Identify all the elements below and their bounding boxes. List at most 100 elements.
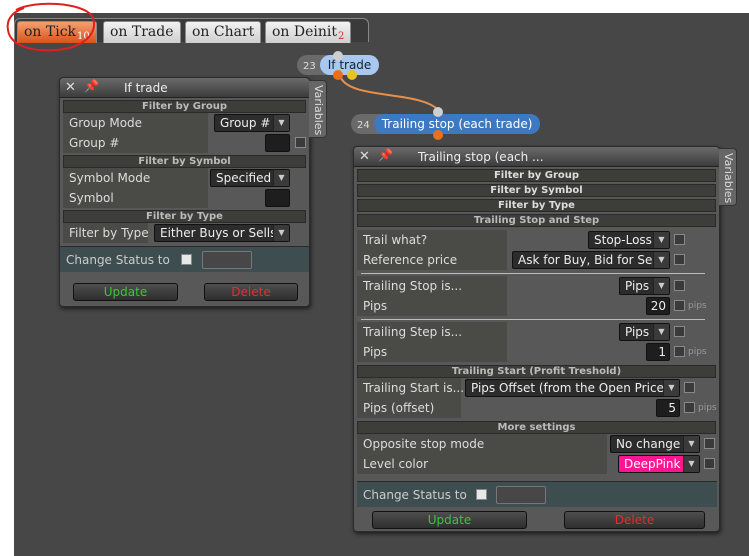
tab-label: on Chart [192,24,255,40]
node-number: 23 [303,61,316,72]
row-opposite-stop: Opposite stop mode No change ▼ [357,434,716,454]
node-trailing-stop[interactable]: 24 Trailing stop (each trade) [351,114,541,134]
panel-title: Trailing stop (each ... [418,150,544,164]
row-step-is: Trailing Step is... Pips ▼ [357,322,716,342]
variables-tab[interactable]: Variables [309,80,327,138]
section-trailing-start[interactable]: Trailing Start (Profit Treshold) [357,365,716,378]
start-is-label: Trailing Start is... [363,381,465,395]
group-mode-select[interactable]: Group # ▼ [214,114,290,132]
group-number-checkbox[interactable] [295,137,306,148]
node-output-port[interactable] [333,70,343,80]
panel-header[interactable]: ✕ 📌 If trade [60,78,309,98]
symbol-mode-select[interactable]: Specified ▼ [210,169,290,187]
delete-button[interactable]: Delete [564,511,705,529]
tab-label: on Deinit [272,24,338,40]
chevron-down-icon: ▼ [273,170,289,186]
chevron-down-icon: ▼ [273,115,289,131]
step-pips-input[interactable]: 1 [646,343,670,361]
section-filter-by-type[interactable]: Filter by Type [357,199,716,212]
row-stop-is: Trailing Stop is... Pips ▼ [357,276,716,296]
change-status-label: Change Status to [363,488,467,502]
stop-pips-label: Pips [363,299,388,313]
level-color-select[interactable]: DeepPink ▼ [618,455,700,473]
trail-what-select[interactable]: Stop-Loss ▼ [588,231,670,249]
start-is-select[interactable]: Pips Offset (from the Open Price) ▼ [465,379,680,397]
opposite-stop-value: No change [616,437,681,451]
opposite-stop-checkbox[interactable] [704,438,715,449]
row-group-mode: Group Mode Group # ▼ [63,113,306,133]
row-step-pips: Pips 1 pips [357,342,716,362]
stop-pips-input[interactable]: 20 [646,297,670,315]
step-is-checkbox[interactable] [674,326,685,337]
symbol-mode-value: Specified [216,171,272,185]
stop-pips-checkbox[interactable] [674,300,685,311]
delete-button[interactable]: Delete [204,283,298,301]
pin-icon[interactable]: 📌 [84,79,99,93]
chevron-down-icon: ▼ [663,380,679,396]
node-output-port[interactable] [433,130,443,140]
update-button[interactable]: Update [372,511,527,529]
change-status-checkbox[interactable] [476,489,487,500]
reference-price-select[interactable]: Ask for Buy, Bid for Sell ▼ [512,251,670,269]
stop-is-checkbox[interactable] [674,280,685,291]
reference-price-checkbox[interactable] [674,254,685,265]
chevron-down-icon: ▼ [683,436,699,452]
section-filter-by-group[interactable]: Filter by Group [63,100,306,113]
close-icon[interactable]: ✕ [65,80,76,95]
filter-type-value: Either Buys or Sells [160,226,277,240]
row-trail-what: Trail what? Stop-Loss ▼ [357,230,716,250]
update-button[interactable]: Update [73,283,178,301]
start-pips-label: Pips (offset) [363,401,435,415]
stop-is-select[interactable]: Pips ▼ [619,277,670,295]
chevron-down-icon: ▼ [653,252,669,268]
panel-header[interactable]: ✕ 📌 Trailing stop (each ... [354,147,719,167]
row-start-is: Trailing Start is... Pips Offset (from t… [357,378,716,398]
step-pips-checkbox[interactable] [674,346,685,357]
panel-if-trade: ✕ 📌 If trade Filter by Group Group Mode … [59,77,310,307]
section-more-settings[interactable]: More settings [357,421,716,434]
group-mode-label: Group Mode [69,116,143,130]
section-trailing-stop-and-step[interactable]: Trailing Stop and Step [357,214,716,227]
start-pips-checkbox[interactable] [684,402,695,413]
close-icon[interactable]: ✕ [359,149,370,164]
level-color-value: DeepPink [624,457,681,471]
group-number-input[interactable] [265,134,290,152]
symbol-input[interactable] [265,189,290,207]
row-level-color: Level color DeepPink ▼ [357,454,716,474]
change-status-input[interactable] [496,486,546,504]
panel-trailing-stop: ✕ 📌 Trailing stop (each ... Filter by Gr… [353,146,720,532]
variables-tab[interactable]: Variables [719,148,737,206]
start-is-checkbox[interactable] [684,382,695,393]
tab-on-chart[interactable]: on Chart [185,21,262,43]
reference-price-label: Reference price [363,253,458,267]
pips-unit: pips [698,403,717,413]
section-filter-by-group[interactable]: Filter by Group [357,169,716,182]
trail-what-checkbox[interactable] [674,234,685,245]
group-number-label: Group # [69,136,120,150]
tab-on-trade[interactable]: on Trade [103,21,181,43]
start-is-value: Pips Offset (from the Open Price) [471,381,669,395]
change-status-checkbox[interactable] [181,254,192,265]
step-is-label: Trailing Step is... [363,325,463,339]
symbol-label: Symbol [69,191,114,205]
section-filter-by-type[interactable]: Filter by Type [63,210,306,223]
tab-on-deinit[interactable]: on Deinit2 [265,21,352,43]
section-filter-by-symbol[interactable]: Filter by Symbol [63,155,306,168]
node-output-port[interactable] [347,70,357,80]
filter-type-label: Filter by Type [69,226,149,240]
level-color-checkbox[interactable] [704,458,715,469]
node-number: 24 [357,120,370,131]
start-pips-input[interactable]: 5 [656,399,680,417]
tab-badge: 2 [338,31,345,42]
opposite-stop-label: Opposite stop mode [363,437,485,451]
node-input-port[interactable] [333,51,343,61]
stop-is-label: Trailing Stop is... [363,279,463,293]
node-input-port[interactable] [433,107,443,117]
pin-icon[interactable]: 📌 [378,148,393,162]
change-status-input[interactable] [202,251,252,269]
step-is-select[interactable]: Pips ▼ [619,323,670,341]
trail-what-value: Stop-Loss [594,233,652,247]
opposite-stop-select[interactable]: No change ▼ [610,435,700,453]
filter-type-select[interactable]: Either Buys or Sells ▼ [154,224,290,242]
section-filter-by-symbol[interactable]: Filter by Symbol [357,184,716,197]
